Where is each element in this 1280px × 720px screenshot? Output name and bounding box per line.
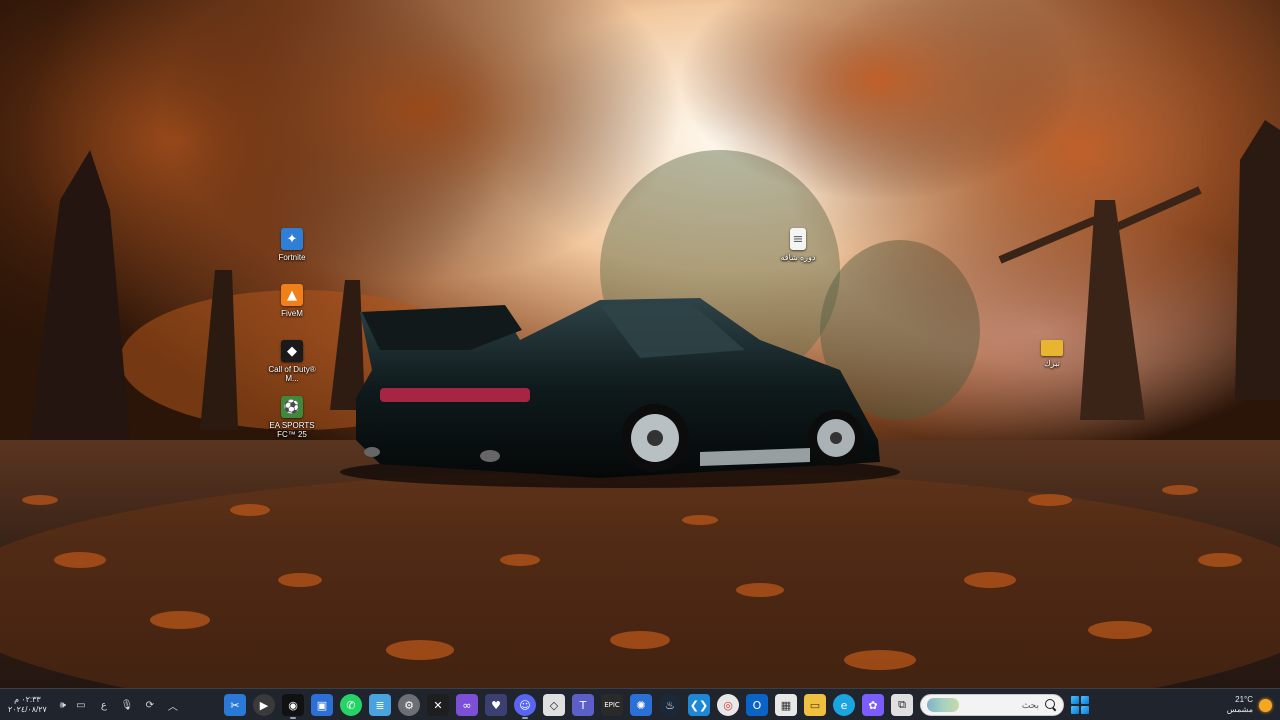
outlook-icon[interactable]: O	[746, 694, 768, 716]
keyboard-language[interactable]: ع	[97, 700, 111, 711]
desktop-shortcut-call-of-duty[interactable]: ◆ Call of Duty® M...	[268, 340, 316, 383]
weather-widget[interactable]: 21°C مشمس	[1227, 689, 1272, 720]
vencord-icon[interactable]: ♥	[485, 694, 507, 716]
desktop-file-text-document[interactable]: ≡ دوره شاقه	[774, 228, 822, 262]
desktop-shortcut-ea-sports-fc[interactable]: ⚽ EA SPORTS FC™ 25	[268, 396, 316, 439]
network-icon: ▭	[76, 699, 86, 711]
desktop-shortcut-label: FiveM	[281, 309, 303, 318]
unity-icon[interactable]: ◇	[543, 694, 565, 716]
xbox-icon[interactable]: ✕	[427, 694, 449, 716]
search-highlight-art	[927, 698, 959, 712]
taskbar: 21°C مشمس ✂ ▶ ◉ ▣ ✆ ≣ ⚙ ✕ ∞ ♥ ☺ ◇ T EPIC…	[0, 688, 1280, 720]
desktop-folder[interactable]: تبرك	[1028, 340, 1076, 368]
media-player-icon[interactable]: ▶	[253, 694, 275, 716]
desktop-shortcut-fortnite[interactable]: ✦ Fortnite	[268, 228, 316, 262]
store-icon[interactable]: ▦	[775, 694, 797, 716]
desktop-shortcut-fivem[interactable]: ▲ FiveM	[268, 284, 316, 318]
clock-date: ٢٠٢٤/٠٨/٢٧	[8, 705, 47, 714]
text-document-icon: ≡	[790, 228, 806, 250]
desktop-shortcut-label: EA SPORTS FC™ 25	[269, 421, 315, 439]
volume-icon: 🕪	[59, 699, 66, 711]
chevron-up-icon[interactable]: ︿	[166, 698, 180, 713]
search-placeholder: بحث	[1021, 699, 1039, 710]
quick-settings[interactable]: 🕪 ▭	[56, 700, 88, 711]
battlenet-icon[interactable]: ✺	[630, 694, 652, 716]
discord-icon[interactable]: ☺	[514, 694, 536, 719]
fivem-icon: ▲	[281, 284, 303, 306]
desktop-shortcut-label: Call of Duty® M...	[268, 365, 316, 383]
microphone-icon[interactable]: 🎙	[120, 700, 134, 711]
steam-icon[interactable]: ♨	[659, 694, 681, 716]
start-button[interactable]	[1071, 696, 1089, 714]
notepad-icon[interactable]: ≣	[369, 694, 391, 716]
epic-games-icon[interactable]: EPIC	[601, 694, 623, 716]
weather-temperature: 21°C	[1235, 695, 1253, 704]
system-tray: ٠٢:٣٣ م ٢٠٢٤/٠٨/٢٧ 🕪 ▭ ع 🎙 ⟳ ︿	[8, 689, 180, 720]
desktop-wallpaper	[0, 0, 1280, 688]
chrome-icon[interactable]: ◎	[717, 694, 739, 716]
search-box[interactable]: بحث	[920, 694, 1064, 716]
call-of-duty-taskbar-icon[interactable]: ◉	[282, 694, 304, 719]
wallpaper-art	[0, 0, 1280, 688]
desktop-shortcut-label: دوره شاقه	[780, 253, 816, 262]
visual-studio-icon[interactable]: ∞	[456, 694, 478, 716]
copilot-icon[interactable]: ✿	[862, 694, 884, 716]
taskbar-apps: ✂ ▶ ◉ ▣ ✆ ≣ ⚙ ✕ ∞ ♥ ☺ ◇ T EPIC ✺ ♨ ❮❯ ◎ …	[224, 689, 1089, 720]
desktop-shortcut-label: Fortnite	[278, 253, 306, 262]
teams-icon[interactable]: T	[572, 694, 594, 716]
folder-icon	[1041, 340, 1063, 356]
settings-icon[interactable]: ⚙	[398, 694, 420, 716]
clock-time: ٠٢:٣٣ م	[14, 695, 41, 704]
sync-icon[interactable]: ⟳	[143, 700, 157, 711]
file-explorer-icon[interactable]: ▭	[804, 694, 826, 716]
whatsapp-icon[interactable]: ✆	[340, 694, 362, 716]
call-of-duty-icon: ◆	[281, 340, 303, 362]
ea-sports-fc-icon: ⚽	[281, 396, 303, 418]
weather-condition: مشمس	[1226, 705, 1253, 714]
fortnite-icon: ✦	[281, 228, 303, 250]
sun-icon	[1259, 698, 1272, 712]
search-icon	[1045, 699, 1057, 711]
vscode-icon[interactable]: ❮❯	[688, 694, 710, 716]
snipping-tool-icon[interactable]: ✂	[224, 694, 246, 716]
edge-icon[interactable]: e	[833, 694, 855, 716]
clock[interactable]: ٠٢:٣٣ م ٢٠٢٤/٠٨/٢٧	[8, 695, 47, 715]
phone-link-icon[interactable]: ▣	[311, 694, 333, 716]
task-view-icon[interactable]: ⧉	[891, 694, 913, 716]
desktop-shortcut-label: تبرك	[1044, 359, 1060, 368]
